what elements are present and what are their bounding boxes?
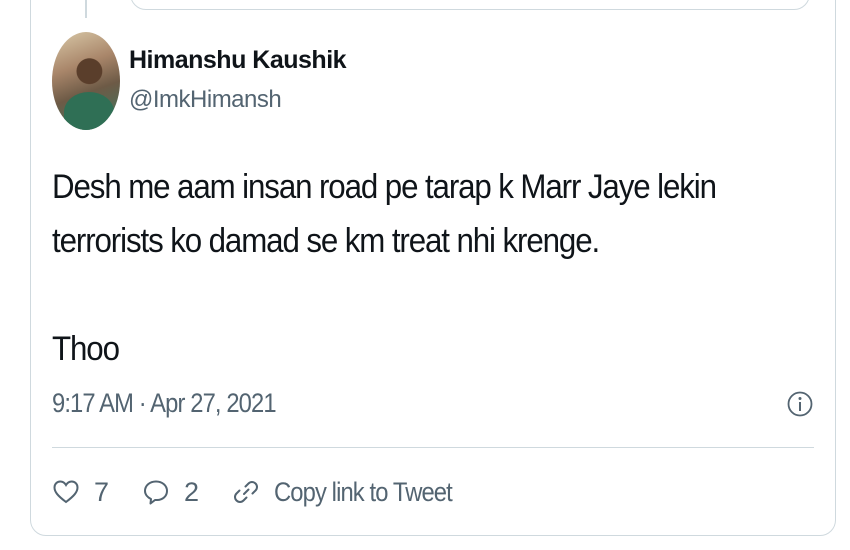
tweet-text-line: terrorists ko damad se km treat nhi kren… [52,222,600,260]
avatar-figure [64,92,114,130]
avatar[interactable] [52,32,120,130]
divider [52,447,814,448]
info-icon[interactable] [787,391,813,417]
reply-button[interactable]: 2 [142,477,232,508]
speech-bubble-icon [144,480,169,505]
like-count: 7 [94,476,109,507]
tweet-text-line: Desh me aam insan road pe tarap k Marr J… [52,168,717,206]
tweet-text-line: Thoo [52,330,120,368]
tweet-text: Desh me aam insan road pe tarap k Marr J… [52,160,733,376]
author-name[interactable]: Himanshu Kaushik [129,46,347,75]
thread-line [85,0,87,18]
heart-icon [53,480,79,504]
copy-link-button[interactable]: Copy link to Tweet [232,477,476,508]
tweet-actions: 7 2 Copy link to Tweet [52,474,476,510]
link-icon [234,481,259,503]
copy-link-label: Copy link to Tweet [274,476,453,507]
like-button[interactable]: 7 [52,477,142,508]
previous-tweet-edge [130,0,810,10]
author-handle[interactable]: @ImkHimansh [129,86,282,114]
tweet-timestamp[interactable]: 9:17 AM · Apr 27, 2021 [52,388,277,419]
reply-count: 2 [184,476,199,507]
